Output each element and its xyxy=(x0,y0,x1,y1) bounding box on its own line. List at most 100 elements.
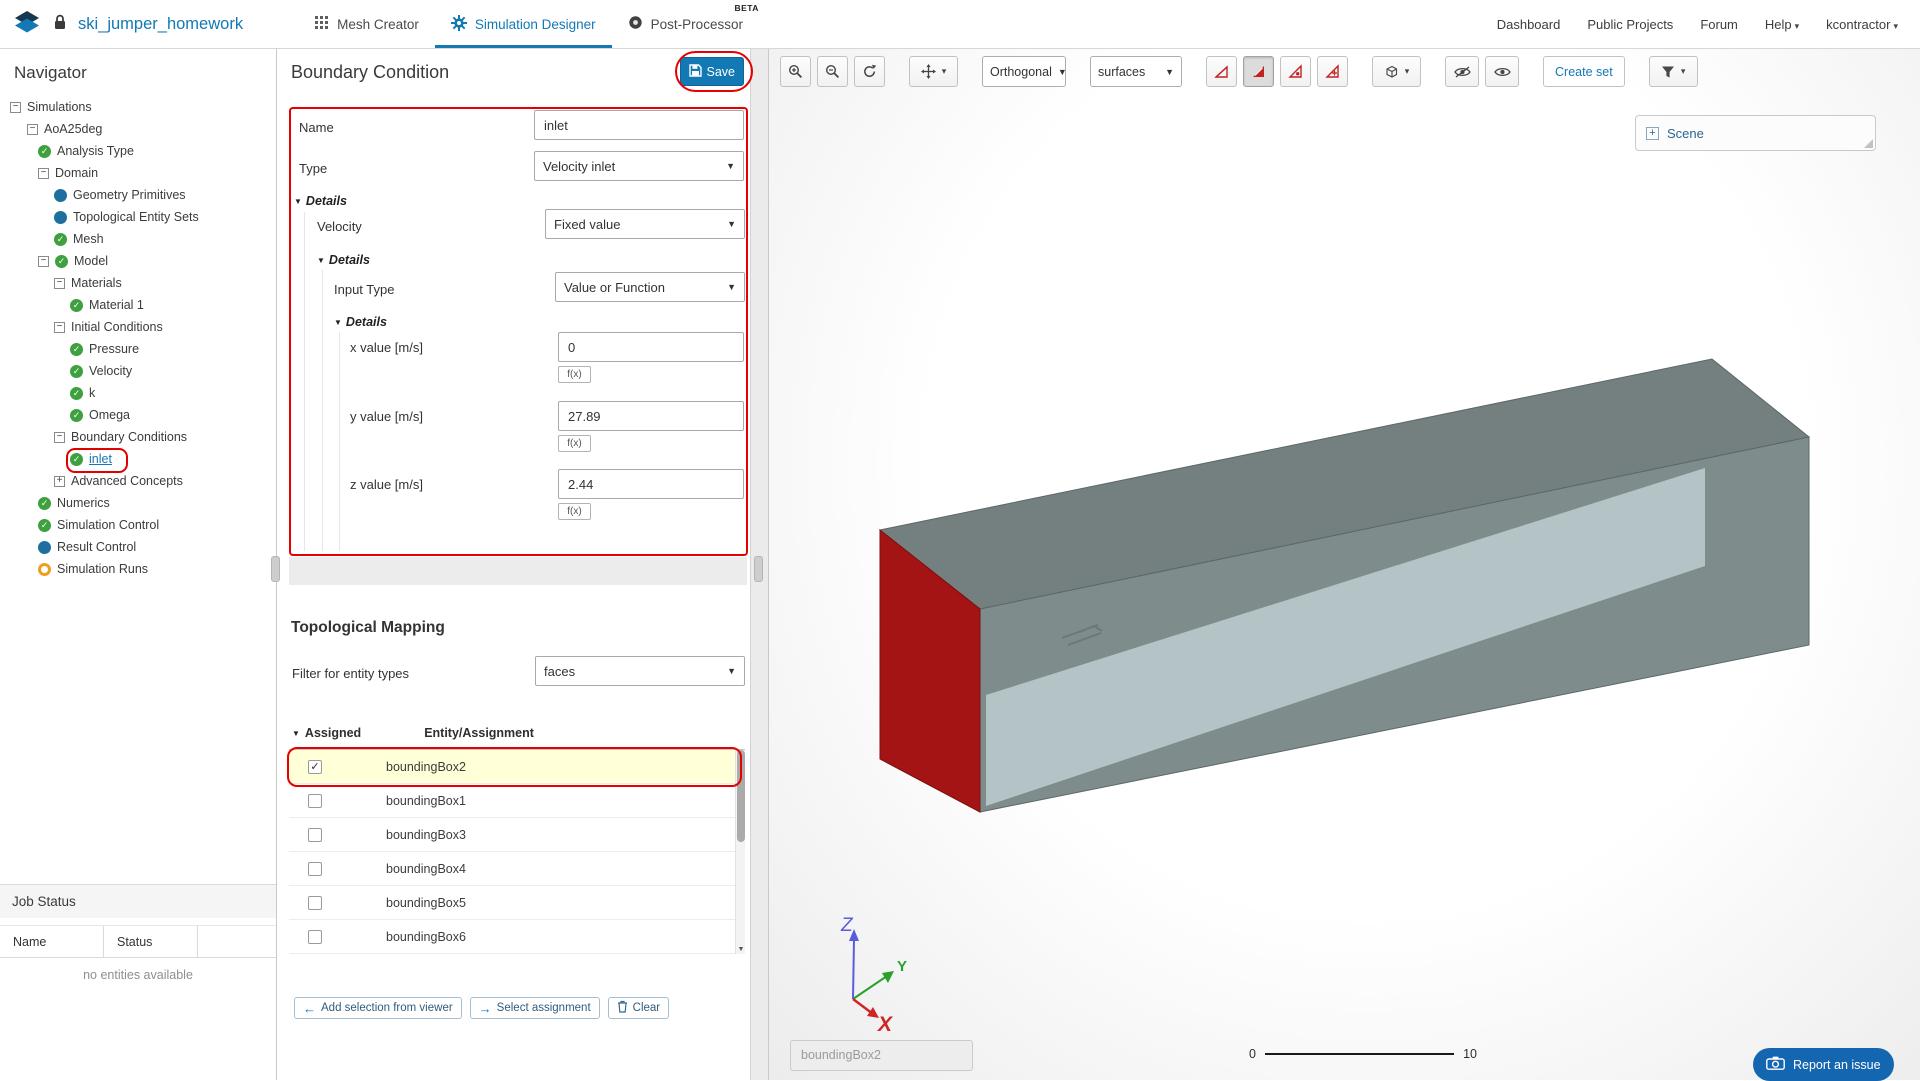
tree-item[interactable]: Simulations xyxy=(0,96,276,118)
row-checkbox[interactable] xyxy=(308,828,322,842)
name-input[interactable] xyxy=(534,110,744,140)
pick-box-button[interactable] xyxy=(1280,56,1311,87)
tree-expand-toggle-icon[interactable] xyxy=(54,432,65,443)
fx-button[interactable]: f(x) xyxy=(558,503,591,520)
tree-item[interactable]: Domain xyxy=(0,162,276,184)
details-section-toggle[interactable]: ▼Details xyxy=(334,315,387,329)
tree-item[interactable]: Numerics xyxy=(0,492,276,514)
tree-item[interactable]: Geometry Primitives xyxy=(0,184,276,206)
selection-name-box[interactable]: boundingBox2 xyxy=(790,1040,973,1071)
fx-button[interactable]: f(x) xyxy=(558,435,591,452)
report-issue-button[interactable]: Report an issue xyxy=(1753,1048,1894,1081)
z-value-input[interactable] xyxy=(558,469,744,499)
geometry-primitive-dropdown[interactable]: ▾ xyxy=(1372,56,1421,87)
zoom-in-button[interactable] xyxy=(780,56,811,87)
y-value-input[interactable] xyxy=(558,401,744,431)
tree-expand-toggle-icon[interactable] xyxy=(54,278,65,289)
scene-tree-panel[interactable]: + Scene xyxy=(1635,115,1876,151)
link-public-projects[interactable]: Public Projects xyxy=(1587,17,1673,32)
user-menu[interactable]: kcontractor▾ xyxy=(1826,17,1898,32)
tree-item[interactable]: inlet xyxy=(0,448,276,470)
tree-expand-toggle-icon[interactable] xyxy=(54,476,65,487)
table-row[interactable]: boundingBox4 xyxy=(289,852,735,886)
add-selection-button[interactable]: ← Add selection from viewer xyxy=(294,997,462,1019)
row-checkbox[interactable] xyxy=(308,896,322,910)
refresh-view-button[interactable] xyxy=(854,56,885,87)
tree-item[interactable]: Topological Entity Sets xyxy=(0,206,276,228)
details-section-toggle[interactable]: ▼Details xyxy=(294,194,347,208)
pan-mode-dropdown[interactable]: ▾ xyxy=(909,56,958,87)
tree-item[interactable]: Advanced Concepts xyxy=(0,470,276,492)
app-logo-icon[interactable] xyxy=(10,5,44,44)
clear-button[interactable]: Clear xyxy=(608,997,669,1019)
tree-item[interactable]: Simulation Runs xyxy=(0,558,276,580)
tab-simulation-designer[interactable]: Simulation Designer xyxy=(435,0,612,48)
expand-plus-icon[interactable]: + xyxy=(1646,127,1659,140)
pick-volume-button[interactable] xyxy=(1317,56,1348,87)
tree-item[interactable]: Result Control xyxy=(0,536,276,558)
panel-splitter-left[interactable] xyxy=(271,556,280,582)
tree-item[interactable]: Boundary Conditions xyxy=(0,426,276,448)
render-mode-select[interactable]: surfaces▼ xyxy=(1090,56,1182,87)
tree-expand-toggle-icon[interactable] xyxy=(54,322,65,333)
scene-canvas[interactable] xyxy=(769,49,1920,1080)
axis-z-label: Z xyxy=(840,915,854,936)
tree-item[interactable]: k xyxy=(0,382,276,404)
tree-item[interactable]: Model xyxy=(0,250,276,272)
help-menu[interactable]: Help▾ xyxy=(1765,17,1799,32)
table-row[interactable]: boundingBox3 xyxy=(289,818,735,852)
assignment-table-header[interactable]: ▼ Assigned Entity/Assignment xyxy=(289,717,745,750)
type-select[interactable]: Velocity inlet▼ xyxy=(534,151,744,181)
tree-expand-toggle-icon[interactable] xyxy=(27,124,38,135)
select-assignment-button[interactable]: → Select assignment xyxy=(470,997,600,1019)
navigator-tree: Simulations AoA25deg Analysis Type Domai… xyxy=(0,96,276,580)
resize-handle-icon[interactable] xyxy=(1864,139,1873,148)
fx-button[interactable]: f(x) xyxy=(558,366,591,383)
table-row[interactable]: boundingBox5 xyxy=(289,886,735,920)
filter-dropdown[interactable]: ▾ xyxy=(1649,56,1698,87)
table-scrollbar[interactable]: ▼ xyxy=(735,750,745,954)
panel-splitter-mid[interactable] xyxy=(754,556,763,582)
x-value-input[interactable] xyxy=(558,332,744,362)
row-checkbox[interactable] xyxy=(308,862,322,876)
tree-expand-toggle-icon[interactable] xyxy=(10,102,21,113)
row-checkbox[interactable] xyxy=(308,760,322,774)
create-set-button[interactable]: Create set xyxy=(1543,56,1625,87)
tree-item[interactable]: Initial Conditions xyxy=(0,316,276,338)
pick-single-button[interactable] xyxy=(1206,56,1237,87)
zoom-out-button[interactable] xyxy=(817,56,848,87)
tree-item[interactable]: Mesh xyxy=(0,228,276,250)
link-forum[interactable]: Forum xyxy=(1700,17,1738,32)
tree-expand-toggle-icon[interactable] xyxy=(38,256,49,267)
tab-post-processor[interactable]: Post-Processor BETA xyxy=(612,0,759,48)
pick-face-button[interactable] xyxy=(1243,56,1274,87)
project-title[interactable]: ski_jumper_homework xyxy=(78,15,243,34)
table-row[interactable]: boundingBox6 xyxy=(289,920,735,954)
tree-item[interactable]: AoA25deg xyxy=(0,118,276,140)
viewer-3d[interactable]: ▾ Orthogonal▼ surfaces▼ ▾ Create set ▾ +… xyxy=(769,49,1920,1080)
table-row[interactable]: boundingBox1 xyxy=(289,784,735,818)
tree-item[interactable]: Simulation Control xyxy=(0,514,276,536)
hide-selection-button[interactable] xyxy=(1445,56,1479,87)
entity-filter-select[interactable]: faces▼ xyxy=(535,656,745,686)
input-type-select[interactable]: Value or Function▼ xyxy=(555,272,745,302)
table-row[interactable]: boundingBox2 xyxy=(289,750,735,784)
tree-item[interactable]: Material 1 xyxy=(0,294,276,316)
show-all-button[interactable] xyxy=(1485,56,1519,87)
velocity-select[interactable]: Fixed value▼ xyxy=(545,209,745,239)
row-checkbox[interactable] xyxy=(308,794,322,808)
projection-select[interactable]: Orthogonal▼ xyxy=(982,56,1066,87)
tree-item[interactable]: Velocity xyxy=(0,360,276,382)
save-button[interactable]: Save xyxy=(680,57,745,86)
details-section-toggle[interactable]: ▼Details xyxy=(317,253,370,267)
tree-item[interactable]: Materials xyxy=(0,272,276,294)
tree-expand-toggle-icon[interactable] xyxy=(38,168,49,179)
row-checkbox[interactable] xyxy=(308,930,322,944)
scrollbar-thumb[interactable] xyxy=(737,750,745,842)
link-dashboard[interactable]: Dashboard xyxy=(1497,17,1561,32)
tree-item[interactable]: Analysis Type xyxy=(0,140,276,162)
tree-item[interactable]: Pressure xyxy=(0,338,276,360)
scrollbar-down-arrow[interactable]: ▼ xyxy=(736,946,746,953)
tab-mesh-creator[interactable]: Mesh Creator xyxy=(298,0,435,48)
tree-item[interactable]: Omega xyxy=(0,404,276,426)
